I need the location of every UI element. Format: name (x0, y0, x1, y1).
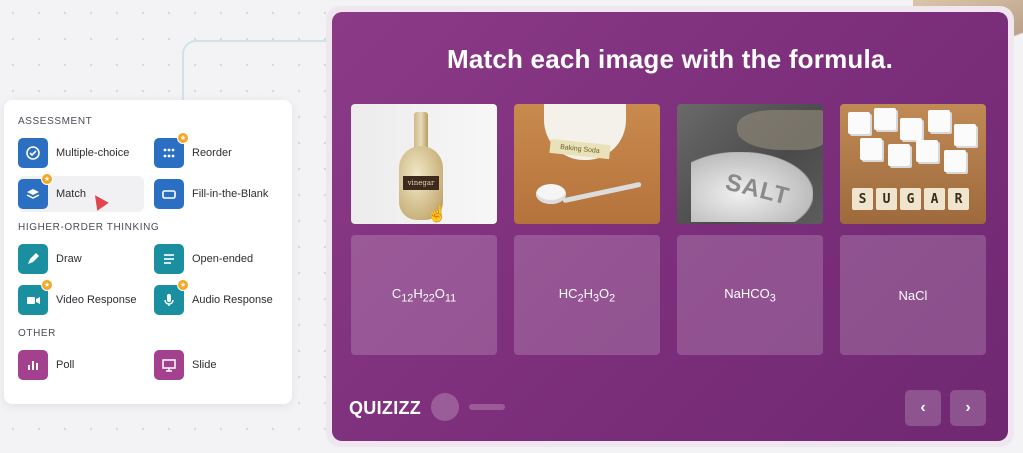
qtype-draw[interactable]: Draw (18, 241, 154, 277)
match-preview-card: Match each image with the formula. vineg… (332, 12, 1008, 441)
qtype-label: Open-ended (192, 253, 254, 265)
match-image-salt[interactable]: SALT (677, 104, 823, 224)
letter-tile: G (900, 188, 921, 210)
answer-tile-nahco3[interactable]: NaHCO3 (677, 235, 823, 355)
formula: C12H22O11 (391, 285, 457, 305)
answer-tile-c12h22o11[interactable]: C12H22O11 (351, 235, 497, 355)
premium-badge-icon: ★ (41, 173, 53, 185)
match-preview-frame: Match each image with the formula. vineg… (326, 6, 1014, 447)
letter-tile: R (948, 188, 969, 210)
layers-icon: ★ (18, 173, 53, 209)
video-camera-icon: ★ (18, 279, 53, 315)
sugar-cube (874, 108, 896, 130)
sugar-cube (928, 110, 950, 132)
qtype-open-ended[interactable]: Open-ended (154, 241, 290, 277)
pencil-icon (18, 244, 48, 274)
previous-button[interactable]: ‹ (905, 390, 941, 426)
spoon-illustration (536, 184, 566, 204)
pagination-dot-active[interactable] (431, 393, 459, 421)
answer-tile-hc2h3o2[interactable]: HC2H3O2 (514, 235, 660, 355)
qtype-reorder[interactable]: ★ Reorder (154, 132, 290, 171)
answer-tile-nacl[interactable]: NaCl (840, 235, 986, 355)
microphone-icon: ★ (154, 279, 189, 315)
qtype-label: Slide (192, 359, 217, 371)
sugar-cube (916, 140, 938, 162)
qtype-label: Match (56, 188, 86, 200)
sugar-cube (900, 118, 922, 140)
sugar-cube (848, 112, 870, 134)
premium-badge-icon: ★ (41, 279, 53, 291)
qtype-label: Video Response (56, 294, 137, 306)
qtype-label: Draw (56, 253, 82, 265)
match-image-vinegar[interactable]: vinegar ☝ (351, 104, 497, 224)
premium-badge-icon: ★ (177, 132, 189, 144)
image-label: vinegar (403, 176, 439, 190)
formula: NaHCO3 (724, 285, 776, 305)
next-button[interactable]: › (950, 390, 986, 426)
letter-tiles: S U G A R (852, 188, 969, 210)
qtype-label: Fill-in-the-Blank (192, 188, 269, 200)
qtype-label: Poll (56, 359, 75, 371)
qtype-match[interactable]: ★ Match (18, 173, 144, 212)
sack-illustration (737, 110, 823, 150)
formula: NaCl (898, 287, 928, 303)
qtype-label: Audio Response (192, 294, 273, 306)
letter-tile: U (876, 188, 897, 210)
text-lines-icon (154, 244, 184, 274)
qtype-label: Multiple-choice (56, 147, 130, 159)
check-circle-icon (18, 138, 48, 168)
qtype-fill-in-the-blank[interactable]: Fill-in-the-Blank (154, 176, 290, 212)
section-title-other: OTHER (18, 328, 56, 339)
formula: HC2H3O2 (558, 285, 616, 305)
question-type-panel: ASSESSMENT Multiple-choice ★ Reorder ★ M… (4, 100, 292, 404)
sugar-cube (944, 150, 966, 172)
premium-badge-icon: ★ (177, 279, 189, 291)
letter-tile: A (924, 188, 945, 210)
qtype-audio-response[interactable]: ★ Audio Response (154, 279, 290, 318)
letter-tile: S (852, 188, 873, 210)
presentation-icon (154, 350, 184, 380)
sugar-cube (860, 138, 882, 160)
grid-dots-icon: ★ (154, 132, 189, 168)
qtype-label: Reorder (192, 147, 232, 159)
pagination-dot[interactable] (469, 404, 505, 410)
sugar-cube (954, 124, 976, 146)
bar-chart-icon (18, 350, 48, 380)
qtype-video-response[interactable]: ★ Video Response (18, 279, 154, 318)
chevron-right-icon: › (965, 399, 971, 416)
quizizz-logo: QUIZIZZ (349, 398, 422, 418)
section-title-assessment: ASSESSMENT (18, 116, 93, 127)
sugar-cube (888, 144, 910, 166)
qtype-multiple-choice[interactable]: Multiple-choice (18, 135, 154, 171)
spoon-handle (562, 181, 642, 204)
input-box-icon (154, 179, 184, 209)
chevron-left-icon: ‹ (920, 399, 926, 416)
qtype-poll[interactable]: Poll (18, 347, 154, 383)
match-image-sugar[interactable]: S U G A R (840, 104, 986, 224)
match-image-baking-soda[interactable]: Baking Soda (514, 104, 660, 224)
question-title: Match each image with the formula. (447, 44, 893, 74)
hand-cursor-icon: ☝ (427, 206, 447, 223)
section-title-higher-order: HIGHER-ORDER THINKING (18, 222, 160, 233)
qtype-slide[interactable]: Slide (154, 347, 290, 383)
